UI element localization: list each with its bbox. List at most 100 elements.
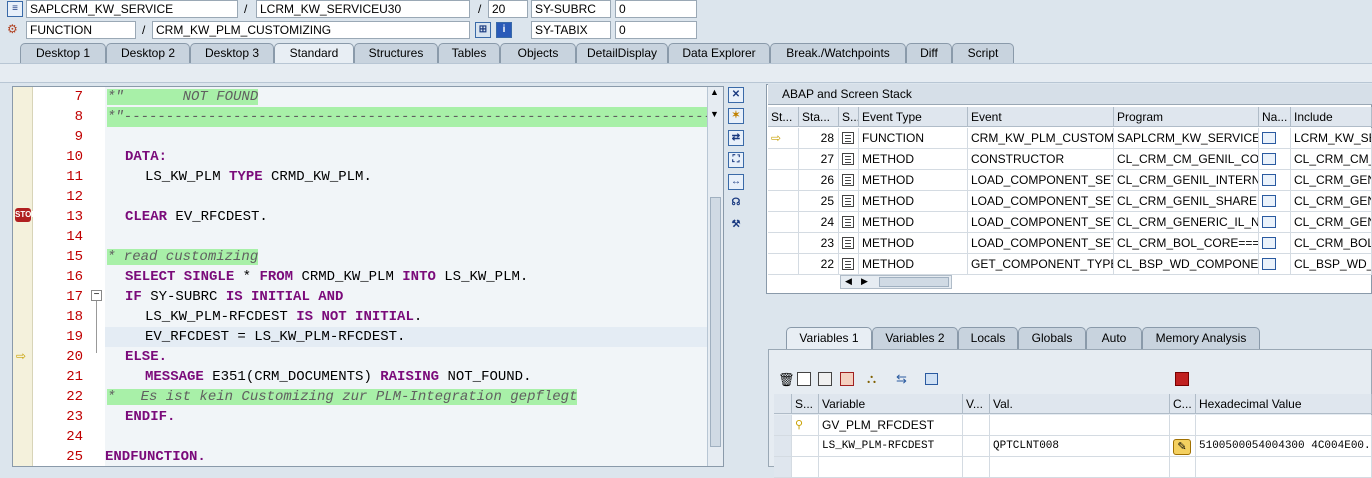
splitter[interactable] [766,298,1372,320]
col-header[interactable]: Event [968,107,1114,127]
navigate-icon[interactable] [1259,212,1291,233]
col-header[interactable]: Hexadecimal Value [1196,394,1372,414]
col-header[interactable]: V... [963,394,990,414]
details-icon[interactable] [925,373,938,385]
col-header[interactable]: Include [1291,107,1372,127]
tab-memory-analysis[interactable]: Memory Analysis [1142,327,1260,349]
editor-scrollbar[interactable]: ▲ ▼ [707,87,723,466]
stack-hscrollbar[interactable]: ◀ ▶ [840,275,952,289]
navigate-icon[interactable] [1259,254,1291,275]
sysvar1-name[interactable]: SY-SUBRC [531,0,611,18]
tab-standard[interactable]: Standard [274,43,354,63]
cell [792,457,819,478]
export-icon[interactable] [840,372,854,386]
col-header[interactable]: Variable [819,394,963,414]
row-selector[interactable] [774,436,792,457]
variable-name[interactable]: GV_PLM_RFCDEST [819,415,963,436]
hierarchy-icon[interactable]: ⛬ [867,371,876,387]
tab-detaildisplay[interactable]: DetailDisplay [576,43,668,63]
scroll-left-icon[interactable]: ◀ [845,276,852,287]
scroll-up-icon[interactable]: ▲ [710,87,719,97]
tab-desktop-1[interactable]: Desktop 1 [20,43,106,63]
scroll-thumb[interactable] [710,197,721,447]
services-icon[interactable]: ⚒ [728,218,744,234]
insert-row-icon[interactable] [797,372,811,386]
source-editor[interactable]: STOP ⇨ 7 8 9 10 11 12 13 14 15 16 17 18 … [12,86,724,467]
col-header[interactable]: S... [839,107,859,127]
change-value-cell[interactable]: ✎ [1170,436,1196,457]
tab-auto[interactable]: Auto [1086,327,1142,349]
col-header[interactable]: Sta... [799,107,839,127]
sysvar1-value[interactable]: 0 [615,0,697,18]
variable-value[interactable]: QPTCLNT008 [990,436,1170,457]
tab-globals[interactable]: Globals [1018,327,1086,349]
code-area[interactable]: *" NOT FOUND *"-------------------------… [105,87,707,466]
close-icon[interactable]: ✕ [728,87,744,103]
tab-variables-1[interactable]: Variables 1 [786,327,872,349]
col-header[interactable]: Na... [1259,107,1291,127]
navigate-icon[interactable] [1259,128,1291,149]
cell: SAPLCRM_KW_SERVICE [1114,128,1259,149]
select-icon[interactable] [818,372,832,386]
sysvar2-value[interactable]: 0 [615,21,697,39]
transfer-icon[interactable]: ⇆ [896,371,907,387]
tab-variables-2[interactable]: Variables 2 [872,327,958,349]
tab-breakpoints[interactable]: Break./Watchpoints [770,43,906,63]
save-icon[interactable] [1175,372,1189,386]
collapse-toggle[interactable]: − [91,290,102,301]
col-header[interactable]: Val. [990,394,1170,414]
scroll-right-icon[interactable]: ▶ [861,276,868,287]
cell[interactable] [990,457,1170,478]
headset-icon[interactable]: ☊ [728,196,744,212]
navigate-icon[interactable] [1259,149,1291,170]
tab-desktop-3[interactable]: Desktop 3 [190,43,274,63]
maximize-icon[interactable]: ⛶ [728,152,744,168]
display-source-icon[interactable]: ⊞ [475,22,491,38]
row-selector[interactable] [774,415,792,436]
tab-objects[interactable]: Objects [500,43,576,63]
cell: METHOD [859,254,968,275]
new-tool-icon[interactable]: ✶ [728,108,744,124]
stack-table[interactable]: St... Sta... S... Event Type Event Progr… [768,107,1372,275]
tab-tables[interactable]: Tables [438,43,500,63]
col-header[interactable]: S... [792,394,819,414]
include-field[interactable]: LCRM_KW_SERVICEU30 [256,0,470,18]
row-selector[interactable] [774,457,792,478]
variable-name[interactable]: LS_KW_PLM-RFCDEST [819,436,963,457]
sysvar2-name[interactable]: SY-TABIX [531,21,611,39]
resize-horizontal-icon[interactable]: ↔ [728,174,744,190]
code-line-8: *"--------------------------------------… [107,107,707,127]
tab-locals[interactable]: Locals [958,327,1018,349]
navigate-icon[interactable] [1259,233,1291,254]
tab-data-explorer[interactable]: Data Explorer [668,43,770,63]
pencil-icon[interactable]: ✎ [1173,439,1191,455]
col-header[interactable]: Event Type [859,107,968,127]
variable-value[interactable] [990,415,1170,436]
scroll-thumb[interactable] [879,277,949,287]
function-icon: ⚙ [7,22,18,36]
function-name-field[interactable]: CRM_KW_PLM_CUSTOMIZING [152,21,470,39]
line-field[interactable]: 20 [488,0,528,18]
col-header[interactable] [774,394,792,414]
tab-script[interactable]: Script [952,43,1014,63]
col-header[interactable]: Program [1114,107,1259,127]
type-field[interactable]: FUNCTION [26,21,136,39]
breakpoint-gutter[interactable]: STOP ⇨ [13,87,37,466]
scroll-down-icon[interactable]: ▼ [710,109,719,119]
delete-icon[interactable]: 🗑 [778,372,795,388]
cell[interactable] [819,457,963,478]
info-icon[interactable]: i [496,22,512,38]
variables-table[interactable]: S... Variable V... Val. C... Hexadecimal… [774,394,1372,478]
breakpoint-icon[interactable]: STOP [15,208,37,222]
tab-desktop-2[interactable]: Desktop 2 [106,43,190,63]
cell: CL_CRM_GENERIC_IL_NE... [1114,212,1259,233]
col-header[interactable]: St... [768,107,799,127]
tab-structures[interactable]: Structures [354,43,438,63]
col-header[interactable]: C... [1170,394,1196,414]
tab-diff[interactable]: Diff [906,43,952,63]
navigate-icon[interactable] [1259,170,1291,191]
program-field[interactable]: SAPLCRM_KW_SERVICE [26,0,238,18]
line-number: 15 [66,249,83,265]
swap-tool-icon[interactable]: ⇄ [728,130,744,146]
navigate-icon[interactable] [1259,191,1291,212]
